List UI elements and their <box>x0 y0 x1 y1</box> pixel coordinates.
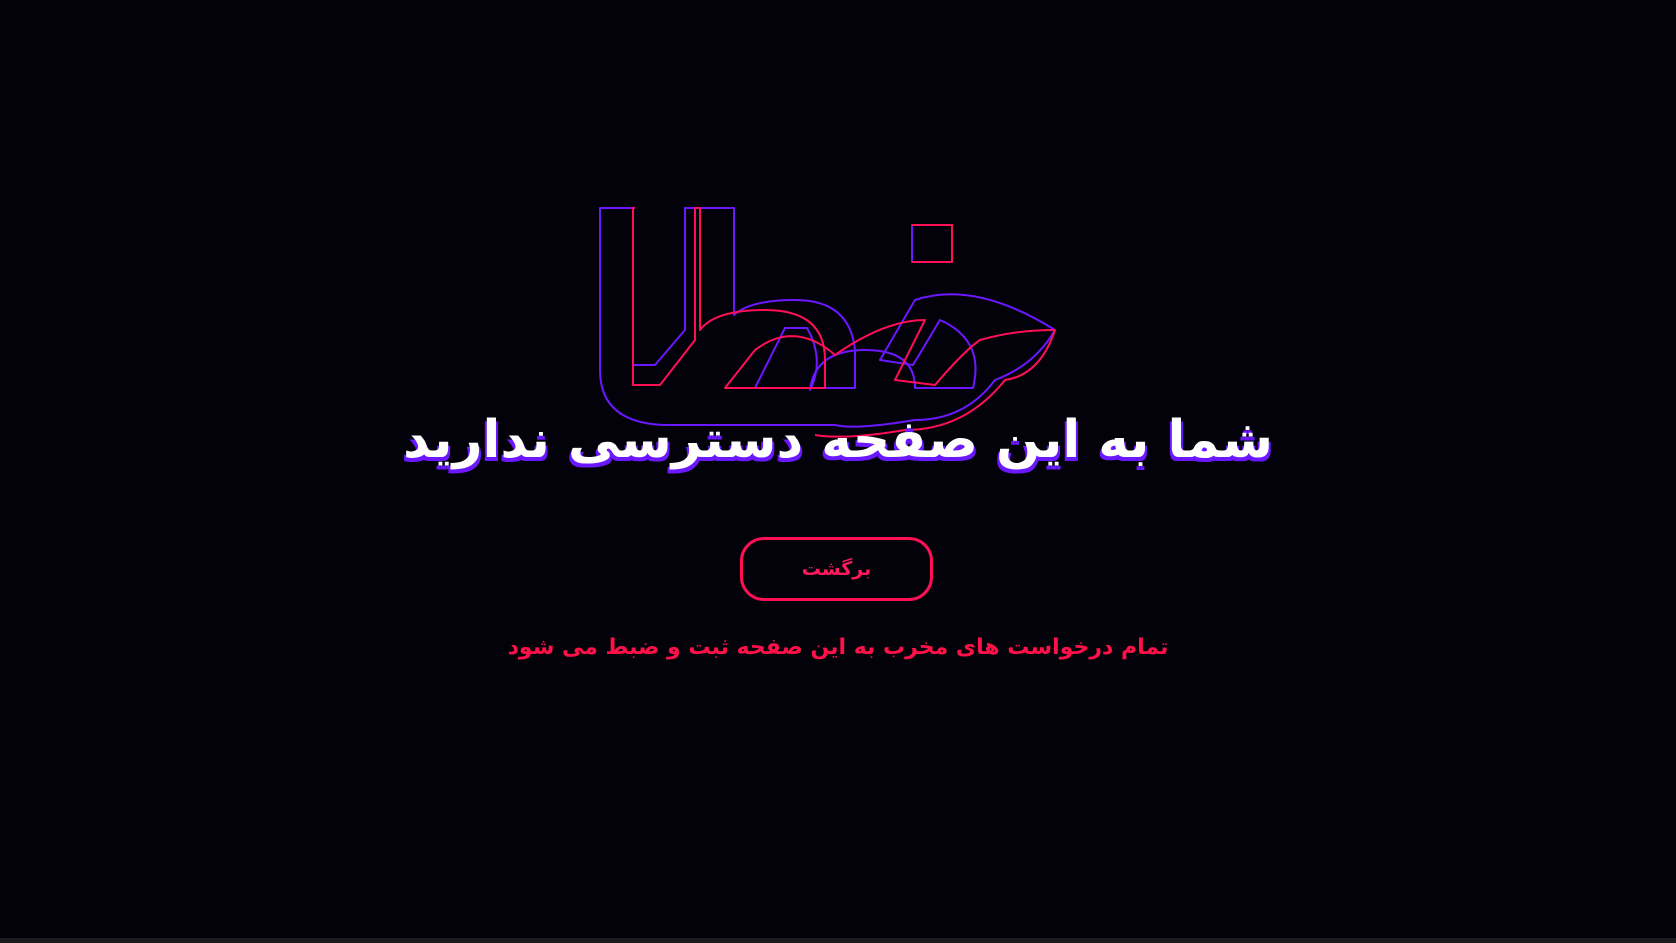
back-button[interactable]: برگشت <box>740 537 933 601</box>
page-title: شما به این صفحه دسترسی ندارید <box>403 410 1273 470</box>
warning-message: تمام درخواست های مخرب به این صفحه ثبت و … <box>507 635 1169 660</box>
bottom-divider <box>0 938 1676 943</box>
error-page: شما به این صفحه دسترسی ندارید برگشت تمام… <box>0 0 1676 943</box>
